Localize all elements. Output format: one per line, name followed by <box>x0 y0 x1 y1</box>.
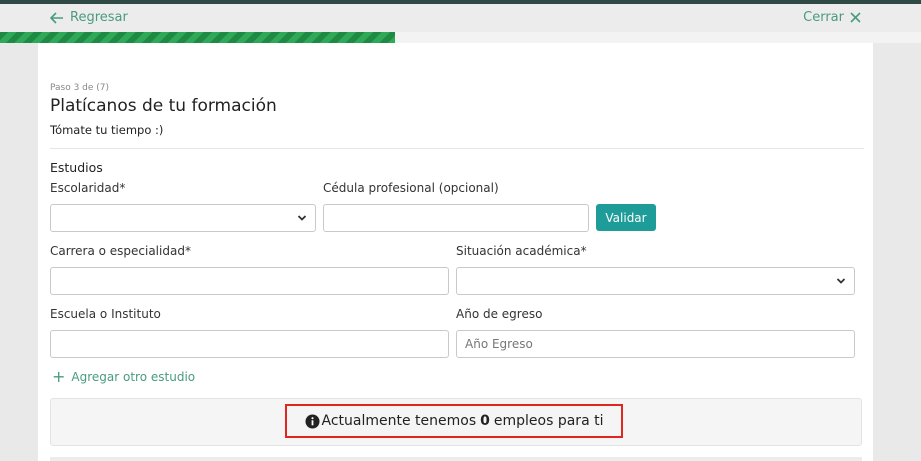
section-title: Estudios <box>50 160 103 175</box>
plus-icon: + <box>52 367 66 386</box>
chevron-down-icon <box>297 213 307 223</box>
chevron-down-icon <box>836 276 846 286</box>
jobs-highlight: Actualmente tenemos 0 empleos para ti <box>285 404 623 438</box>
validate-button[interactable]: Validar <box>596 204 656 231</box>
step-indicator: Paso 3 de (7) <box>50 83 110 93</box>
page-subtitle: Tómate tu tiempo :) <box>50 123 164 137</box>
anio-egreso-input[interactable]: Año Egreso <box>456 330 855 358</box>
jobs-prefix: Actualmente tenemos <box>321 413 477 429</box>
progress-bar <box>0 32 921 43</box>
divider <box>50 148 864 149</box>
bottom-divider <box>50 457 862 461</box>
anio-placeholder: Año Egreso <box>465 337 533 351</box>
page-title: Platícanos de tu formación <box>50 96 277 116</box>
progress-bar-fill <box>0 32 395 43</box>
close-label: Cerrar <box>803 10 844 25</box>
escolaridad-label: Escolaridad* <box>50 181 126 195</box>
jobs-count: 0 <box>480 413 490 429</box>
close-icon <box>850 12 861 23</box>
escolaridad-select[interactable] <box>50 204 316 232</box>
info-icon <box>305 414 320 429</box>
add-study-button[interactable]: + Agregar otro estudio <box>52 369 195 385</box>
escuela-label: Escuela o Instituto <box>50 307 161 321</box>
top-navigation-bar: Regresar Cerrar <box>0 4 921 32</box>
jobs-banner: Actualmente tenemos 0 empleos para ti <box>50 398 862 446</box>
jobs-suffix: empleos para ti <box>493 413 604 429</box>
situacion-select[interactable] <box>456 267 855 295</box>
situacion-label: Situación académica* <box>456 244 587 258</box>
escuela-input[interactable] <box>50 330 449 358</box>
back-label: Regresar <box>70 10 128 25</box>
close-button[interactable]: Cerrar <box>803 10 861 25</box>
carrera-input[interactable] <box>50 267 449 295</box>
cedula-label: Cédula profesional (opcional) <box>323 181 499 195</box>
arrow-left-icon <box>50 11 64 24</box>
anio-label: Año de egreso <box>456 307 543 321</box>
form-card: Paso 3 de (7) Platícanos de tu formación… <box>38 43 873 461</box>
cedula-input[interactable] <box>323 204 589 232</box>
carrera-label: Carrera o especialidad* <box>50 244 191 258</box>
add-study-label: Agregar otro estudio <box>71 370 196 384</box>
back-button[interactable]: Regresar <box>50 10 128 25</box>
